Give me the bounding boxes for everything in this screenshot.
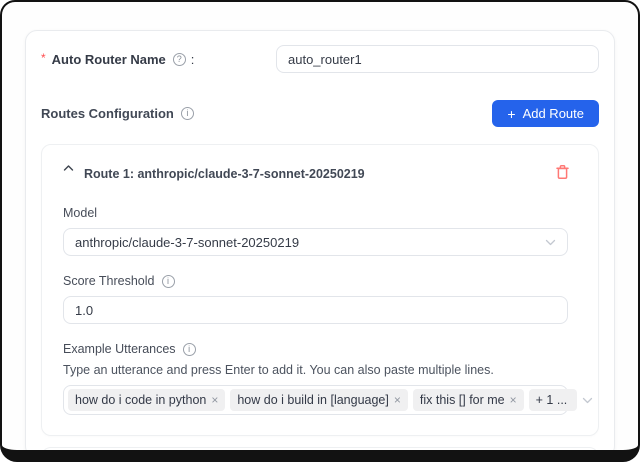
auto-router-name-row: * Auto Router Name ? : xyxy=(41,45,599,73)
auto-router-name-label: * Auto Router Name ? : xyxy=(41,52,194,67)
score-threshold-input[interactable] xyxy=(63,296,568,324)
info-circle-icon: i xyxy=(181,107,194,120)
score-threshold-label: Score Threshold i xyxy=(63,274,568,288)
auto-router-name-input[interactable] xyxy=(276,45,599,73)
routes-configuration-text: Routes Configuration xyxy=(41,106,174,121)
utterance-tag: fix this [] for me × xyxy=(413,389,524,411)
label-colon: : xyxy=(191,52,195,67)
auto-router-form-card: * Auto Router Name ? : Routes Configurat… xyxy=(25,30,615,458)
app-window: * Auto Router Name ? : Routes Configurat… xyxy=(0,0,640,462)
plus-icon: + xyxy=(507,106,515,122)
chevron-down-icon xyxy=(545,239,556,246)
collapse-chevron-up-icon[interactable] xyxy=(63,164,74,172)
utterance-tag-text: fix this [] for me xyxy=(420,393,505,407)
route-1-body: Model anthropic/claude-3-7-sonnet-202502… xyxy=(42,181,598,435)
info-circle-icon: i xyxy=(183,343,196,356)
model-label: Model xyxy=(63,206,568,220)
route-2-panel: Route 2: azure_ai/gpt-4o xyxy=(41,447,599,462)
info-circle-icon: i xyxy=(162,275,175,288)
delete-route-trash-icon[interactable] xyxy=(555,164,570,180)
example-utterances-label: Example Utterances i xyxy=(63,342,568,356)
routes-configuration-label: Routes Configuration i xyxy=(41,106,195,121)
route-1-header[interactable]: Route 1: anthropic/claude-3-7-sonnet-202… xyxy=(42,145,598,181)
utterance-tag: how do i build in [language] × xyxy=(230,389,408,411)
add-route-label: Add Route xyxy=(523,106,584,121)
auto-router-name-text: Auto Router Name xyxy=(52,52,166,67)
utterance-tag-text: how do i build in [language] xyxy=(237,393,389,407)
utterance-tag-text: how do i code in python xyxy=(75,393,206,407)
routes-configuration-row: Routes Configuration i + Add Route xyxy=(41,100,599,127)
model-select-value: anthropic/claude-3-7-sonnet-20250219 xyxy=(75,235,545,250)
required-asterisk: * xyxy=(41,51,46,65)
question-circle-icon: ? xyxy=(173,53,186,66)
utterance-tag: how do i code in python × xyxy=(68,389,225,411)
model-select[interactable]: anthropic/claude-3-7-sonnet-20250219 xyxy=(63,228,568,256)
utterance-overflow-tag: + 1 ... xyxy=(529,389,578,411)
route-1-title: Route 1: anthropic/claude-3-7-sonnet-202… xyxy=(84,167,365,181)
example-utterances-select[interactable]: how do i code in python × how do i build… xyxy=(63,385,568,415)
route-1-panel: Route 1: anthropic/claude-3-7-sonnet-202… xyxy=(41,144,599,436)
add-route-button[interactable]: + Add Route xyxy=(492,100,599,127)
utterance-overflow-text: + 1 ... xyxy=(536,393,568,407)
tag-close-icon[interactable]: × xyxy=(211,393,218,407)
chevron-down-icon xyxy=(582,397,593,404)
tag-close-icon[interactable]: × xyxy=(394,393,401,407)
route-2-header[interactable]: Route 2: azure_ai/gpt-4o xyxy=(42,448,598,462)
tag-close-icon[interactable]: × xyxy=(510,393,517,407)
utterances-help-text: Type an utterance and press Enter to add… xyxy=(63,363,568,377)
